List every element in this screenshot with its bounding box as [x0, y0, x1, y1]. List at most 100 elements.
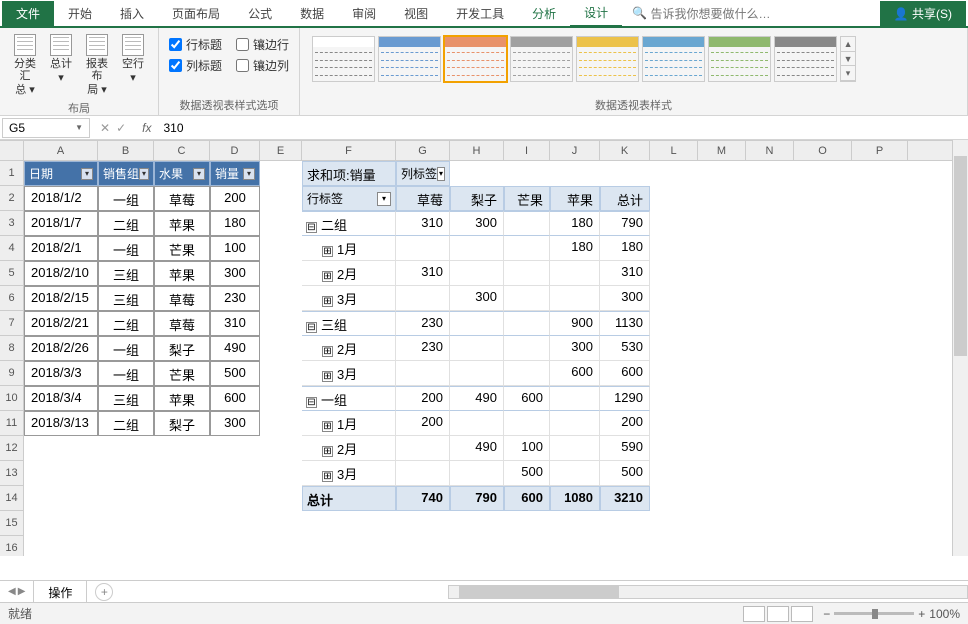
column-header[interactable]: P	[852, 141, 908, 160]
layout-button[interactable]: 总计▾	[44, 32, 78, 98]
cell[interactable]: 600	[504, 386, 550, 411]
menu-tab[interactable]: 插入	[106, 1, 158, 26]
cell[interactable]: 芒果	[504, 186, 550, 211]
expand-icon[interactable]: ⊞	[322, 446, 333, 457]
fx-icon[interactable]: fx	[136, 121, 157, 135]
cell[interactable]	[450, 311, 504, 336]
cell[interactable]: 2018/3/4	[24, 386, 98, 411]
cell[interactable]: 2018/2/15	[24, 286, 98, 311]
cell[interactable]: 二组	[98, 211, 154, 236]
design-tab[interactable]: 设计	[570, 0, 622, 27]
cell[interactable]: 500	[504, 461, 550, 486]
cell[interactable]: 200	[600, 411, 650, 436]
column-header[interactable]: A	[24, 141, 98, 160]
cell[interactable]: 2018/1/2	[24, 186, 98, 211]
sheet-tab[interactable]: 操作	[33, 580, 87, 604]
column-header[interactable]: E	[260, 141, 302, 160]
cell[interactable]: 230	[396, 336, 450, 361]
expand-icon[interactable]: ⊞	[322, 371, 333, 382]
cell[interactable]	[504, 361, 550, 386]
cell[interactable]	[550, 386, 600, 411]
cell[interactable]: 2018/3/13	[24, 411, 98, 436]
cell[interactable]: 苹果	[154, 261, 210, 286]
cell[interactable]	[450, 461, 504, 486]
cell[interactable]	[450, 336, 504, 361]
cell[interactable]	[550, 411, 600, 436]
cell[interactable]: 100	[504, 436, 550, 461]
gallery-more-icon[interactable]: ▾	[841, 66, 855, 81]
row-header[interactable]: 3	[0, 211, 23, 236]
cell[interactable]: 600	[600, 361, 650, 386]
cell[interactable]: 2018/2/26	[24, 336, 98, 361]
analyze-tab[interactable]: 分析	[518, 1, 570, 26]
zoom-in-button[interactable]: +	[918, 607, 925, 621]
cell[interactable]: 二组	[98, 311, 154, 336]
row-header[interactable]: 1	[0, 161, 23, 186]
pivottable-style[interactable]	[642, 36, 705, 82]
column-header[interactable]: G	[396, 141, 450, 160]
cell[interactable]	[396, 286, 450, 311]
cell[interactable]: 2018/2/21	[24, 311, 98, 336]
cell[interactable]: 600	[550, 361, 600, 386]
cell[interactable]: 310	[600, 261, 650, 286]
layout-button[interactable]: 报表布局 ▾	[80, 32, 114, 98]
cell[interactable]: 490	[450, 436, 504, 461]
banded-rows-check[interactable]: 镶边行	[236, 36, 289, 53]
expand-icon[interactable]: ⊞	[322, 471, 333, 482]
cell[interactable]: 总计	[302, 486, 396, 511]
column-header[interactable]: H	[450, 141, 504, 160]
row-header[interactable]: 11	[0, 411, 23, 436]
horizontal-scrollbar[interactable]	[448, 585, 968, 599]
cell[interactable]	[550, 286, 600, 311]
cell[interactable]	[504, 311, 550, 336]
column-header[interactable]: B	[98, 141, 154, 160]
zoom-out-button[interactable]: −	[823, 607, 830, 621]
accept-formula-icon[interactable]: ✓	[116, 121, 126, 135]
row-header[interactable]: 6	[0, 286, 23, 311]
expand-icon[interactable]: ⊟	[306, 222, 317, 233]
page-layout-view-button[interactable]	[767, 606, 789, 622]
cell[interactable]: 1080	[550, 486, 600, 511]
cell[interactable]	[550, 436, 600, 461]
row-header[interactable]: 15	[0, 511, 23, 536]
cell[interactable]	[504, 336, 550, 361]
row-header[interactable]: 8	[0, 336, 23, 361]
next-sheet-icon[interactable]: ▶	[18, 586, 26, 597]
banded-cols-check[interactable]: 镶边列	[236, 57, 289, 74]
column-header[interactable]: K	[600, 141, 650, 160]
column-header[interactable]: M	[698, 141, 746, 160]
expand-icon[interactable]: ⊞	[322, 346, 333, 357]
cell[interactable]: 590	[600, 436, 650, 461]
cell[interactable]: 310	[396, 261, 450, 286]
row-header[interactable]: 2	[0, 186, 23, 211]
cell[interactable]: 500	[210, 361, 260, 386]
cell[interactable]: ⊞3月	[302, 286, 396, 311]
column-header[interactable]: L	[650, 141, 698, 160]
prev-sheet-icon[interactable]: ◀	[8, 586, 16, 597]
cell[interactable]: 310	[396, 211, 450, 236]
filter-icon[interactable]: ▾	[139, 168, 149, 180]
cell[interactable]	[504, 286, 550, 311]
zoom-level[interactable]: 100%	[929, 607, 960, 621]
formula-input[interactable]: 310	[157, 119, 968, 137]
cell[interactable]: 梨子	[154, 336, 210, 361]
cell[interactable]: 200	[396, 386, 450, 411]
cell[interactable]: 草莓	[154, 311, 210, 336]
cell[interactable]: 2018/1/7	[24, 211, 98, 236]
cell[interactable]: 300	[450, 211, 504, 236]
cell[interactable]: 300	[210, 261, 260, 286]
tell-me[interactable]: 🔍 告诉我你想要做什么…	[622, 1, 780, 26]
cell[interactable]	[504, 261, 550, 286]
row-header[interactable]: 16	[0, 536, 23, 556]
vertical-scrollbar[interactable]	[952, 140, 968, 556]
gallery-down-icon[interactable]: ▼	[841, 52, 855, 67]
row-header[interactable]: 14	[0, 486, 23, 511]
cell[interactable]: ⊞1月	[302, 411, 396, 436]
cell[interactable]: 苹果	[154, 386, 210, 411]
column-header[interactable]: F	[302, 141, 396, 160]
normal-view-button[interactable]	[743, 606, 765, 622]
cell[interactable]: ⊟三组	[302, 311, 396, 336]
cell[interactable]: 490	[210, 336, 260, 361]
select-all-corner[interactable]	[0, 141, 24, 161]
cell[interactable]: 2018/2/1	[24, 236, 98, 261]
